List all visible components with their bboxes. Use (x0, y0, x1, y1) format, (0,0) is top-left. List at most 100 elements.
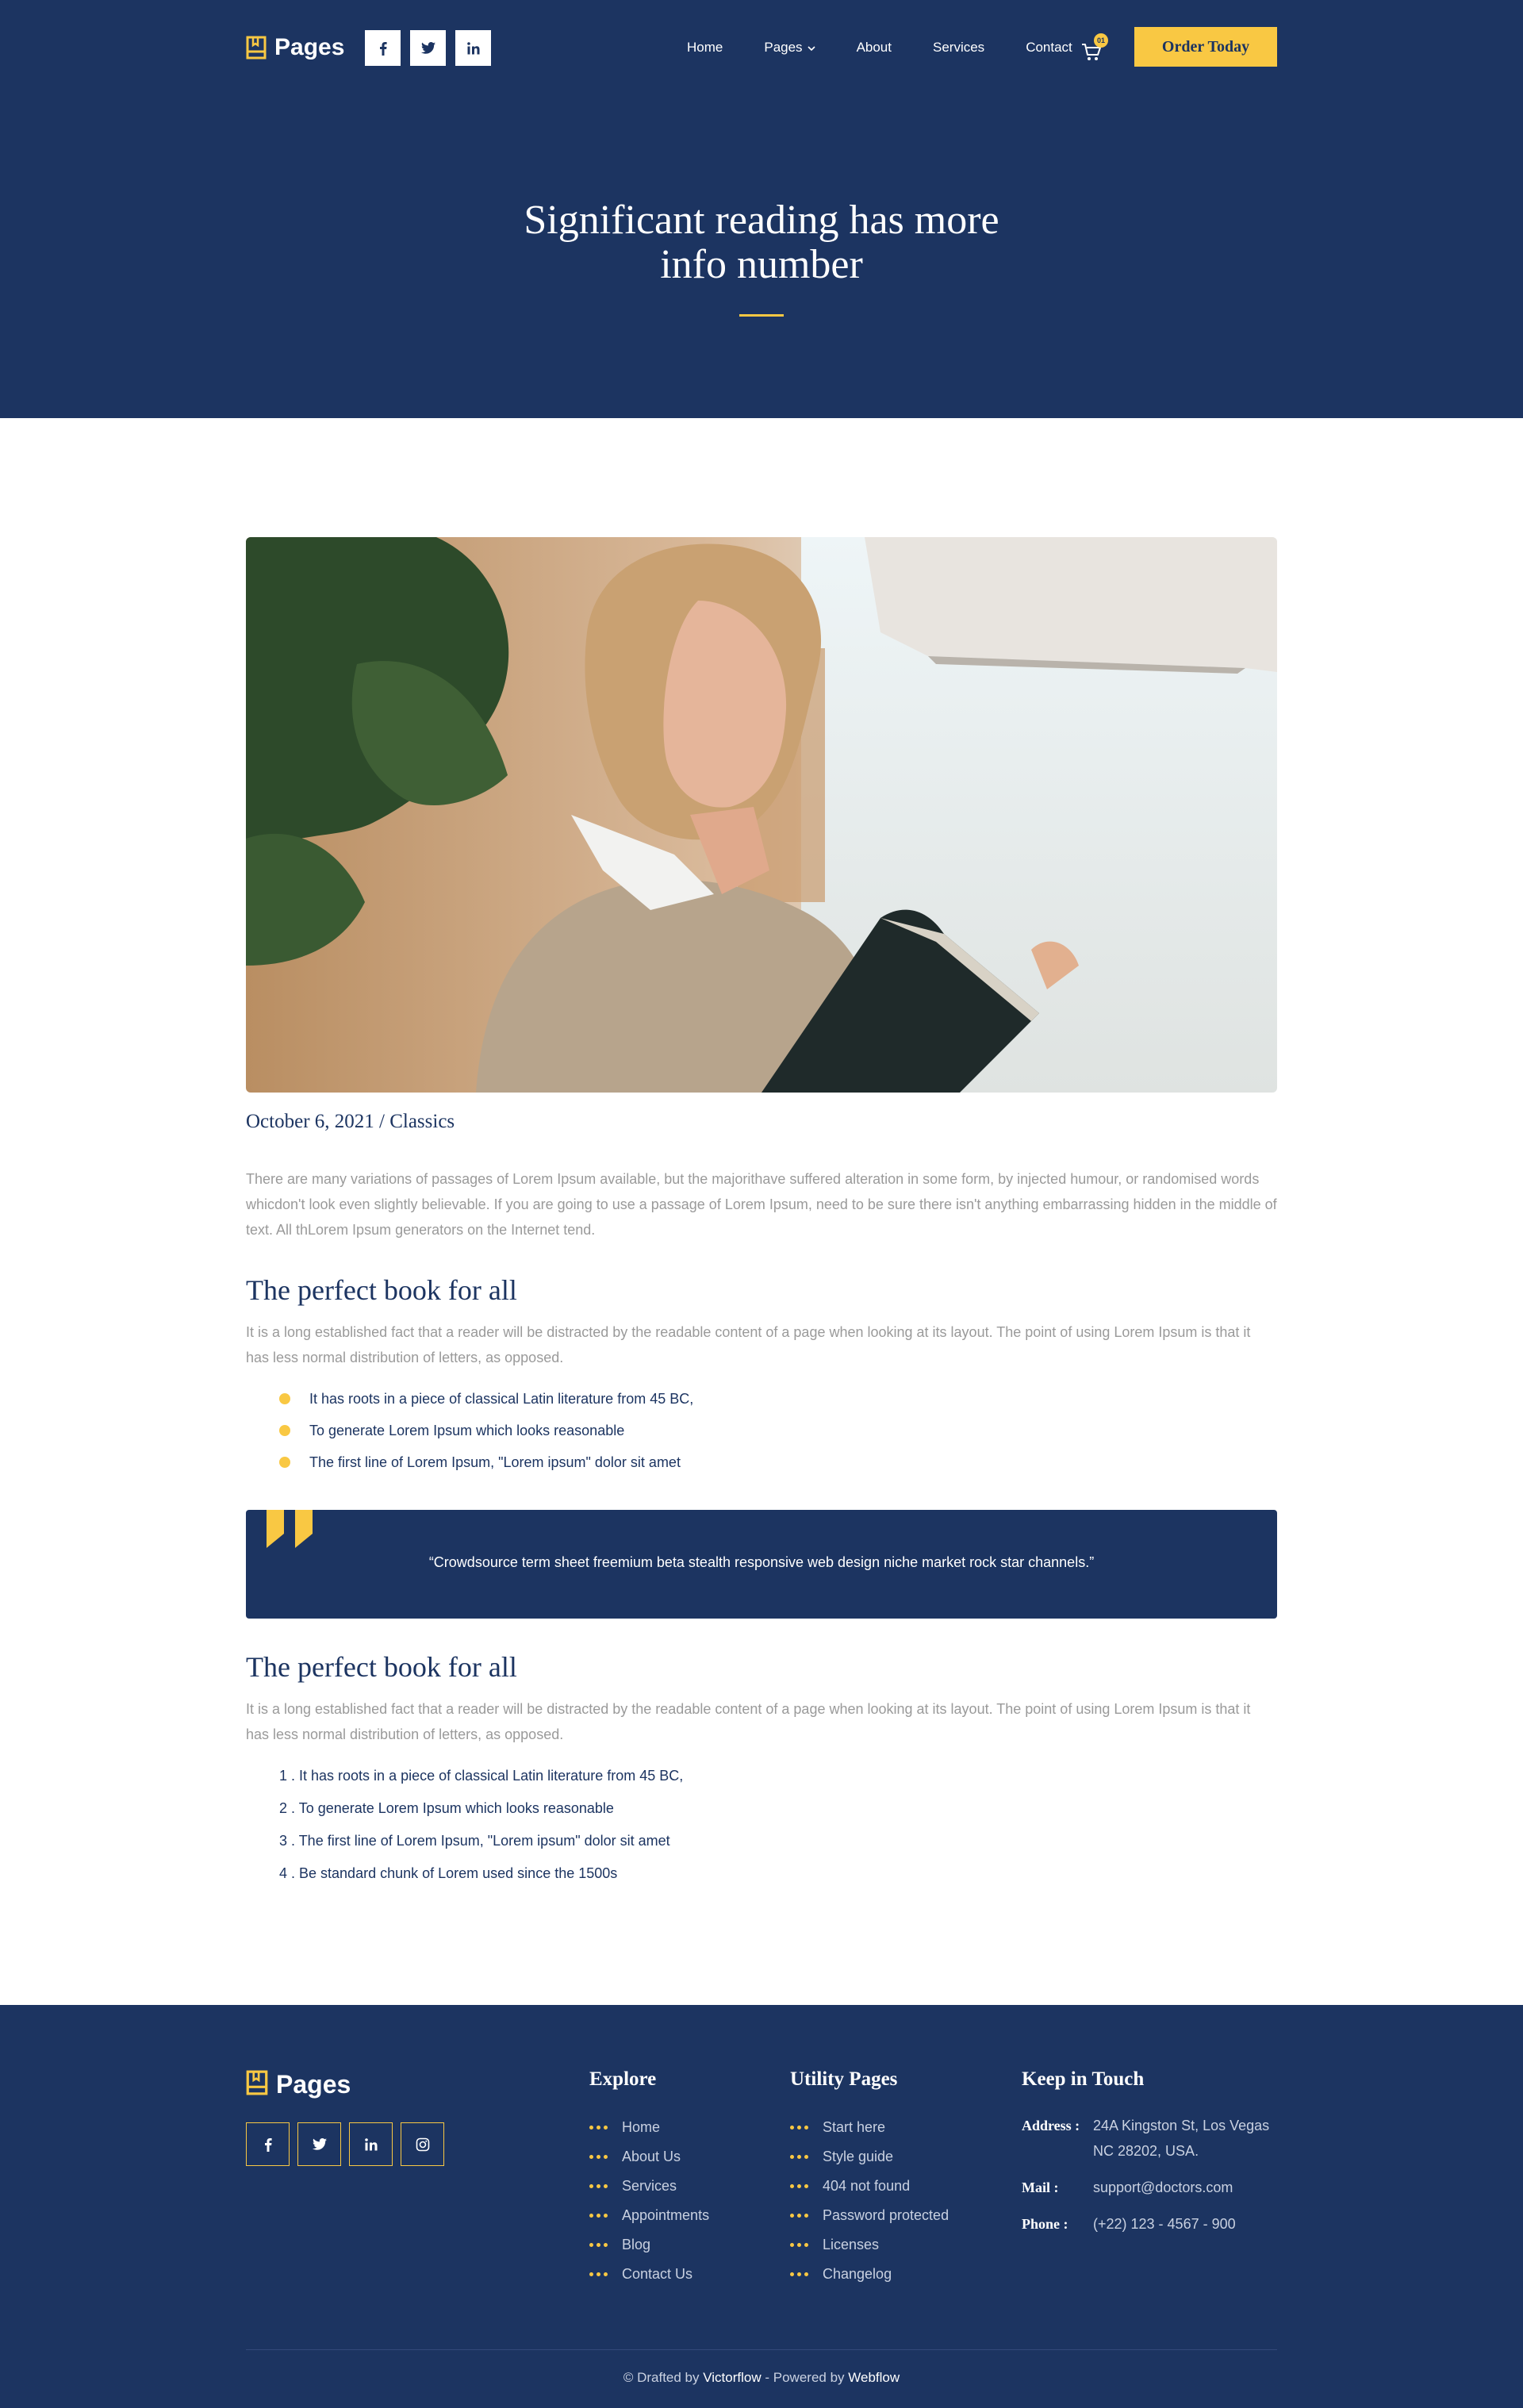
footer-link-label: Home (622, 2119, 661, 2135)
address-value: 24A Kingston St, Los Vegas NC 28202, USA… (1093, 2118, 1270, 2159)
quote-mark-icon (267, 1510, 316, 1548)
footer-explore-column: Explore Home About Us Services Appointme… (589, 2068, 709, 2289)
footer-link[interactable]: Style guide (790, 2142, 949, 2172)
list-item: The first line of Lorem Ipsum, "Lorem ip… (279, 1446, 693, 1478)
page-title-line-2: info number (660, 242, 863, 287)
dots-icon (790, 2184, 808, 2188)
footer-explore-title: Explore (589, 2068, 657, 2090)
section-heading-2: The perfect book for all (246, 1651, 517, 1683)
dots-icon (589, 2126, 608, 2130)
facebook-icon[interactable] (246, 2122, 290, 2166)
footer-contact-title: Keep in Touch (1022, 2068, 1145, 2090)
linkedin-icon[interactable] (349, 2122, 393, 2166)
dots-icon (589, 2214, 608, 2218)
footer-link-label: 404 not found (823, 2178, 911, 2194)
woman-reading-book-photo (246, 537, 1277, 1093)
contact-mail: Mail : support@doctors.com (1022, 2175, 1283, 2200)
list-item: 2 . To generate Lorem Ipsum which looks … (279, 1800, 614, 1816)
dots-icon (589, 2243, 608, 2247)
nav-about[interactable]: About (857, 40, 892, 56)
section-2-paragraph: It is a long established fact that a rea… (246, 1701, 1251, 1742)
instagram-icon[interactable] (401, 2122, 444, 2166)
cart-button[interactable]: 01 (1080, 33, 1112, 62)
footer-link[interactable]: About Us (589, 2142, 709, 2172)
footer-link[interactable]: Appointments (589, 2201, 709, 2230)
intro-paragraph: There are many variations of passages of… (246, 1171, 1277, 1238)
brand-logo[interactable]: Pages (246, 32, 344, 63)
copyright-middle: - Powered by (765, 2370, 845, 2385)
dots-icon (790, 2126, 808, 2130)
footer-utility-column: Utility Pages Start here Style guide 404… (790, 2068, 949, 2289)
nav-contact[interactable]: Contact (1026, 40, 1072, 56)
footer-social-links (246, 2122, 444, 2166)
book-icon (246, 2070, 268, 2099)
page-title: Significant reading has more info number (444, 198, 1079, 287)
order-today-button[interactable]: Order Today (1134, 27, 1277, 67)
footer-link[interactable]: Password protected (790, 2201, 949, 2230)
footer-link-label: Contact Us (622, 2266, 693, 2282)
nav-home[interactable]: Home (687, 40, 723, 56)
address-label: Address : (1022, 2118, 1080, 2133)
footer-link[interactable]: Blog (589, 2230, 709, 2260)
footer-link-label: Licenses (823, 2237, 880, 2252)
footer-contact-column: Keep in Touch Address : 24A Kingston St,… (1022, 2068, 1283, 2248)
dots-icon (790, 2155, 808, 2159)
nav-pages-dropdown[interactable]: Pages (764, 40, 815, 56)
dots-icon (589, 2184, 608, 2188)
page-title-line-1: Significant reading has more (524, 198, 999, 243)
contact-address: Address : 24A Kingston St, Los Vegas NC … (1022, 2113, 1283, 2164)
facebook-icon[interactable] (365, 30, 401, 66)
bullet-list: It has roots in a piece of classical Lat… (279, 1383, 693, 1478)
mail-label: Mail : (1022, 2179, 1059, 2195)
footer-brand-logo[interactable]: Pages (246, 2070, 351, 2099)
chevron-down-icon (807, 40, 815, 56)
footer-link-label: Start here (823, 2119, 886, 2135)
twitter-icon[interactable] (410, 30, 446, 66)
copyright-prefix: © Drafted by (623, 2370, 700, 2385)
blockquote: “Crowdsource term sheet freemium beta st… (246, 1510, 1277, 1619)
footer-utility-title: Utility Pages (790, 2068, 898, 2090)
footer-link[interactable]: Licenses (790, 2230, 949, 2260)
list-item-text: The first line of Lorem Ipsum, "Lorem ip… (309, 1454, 681, 1470)
footer-link[interactable]: Contact Us (589, 2260, 709, 2289)
dots-icon (790, 2272, 808, 2276)
bullet-dot-icon (279, 1457, 290, 1468)
post-meta: October 6, 2021 / Classics (246, 1111, 455, 1132)
mail-link[interactable]: support@doctors.com (1093, 2175, 1283, 2200)
footer-link[interactable]: Home (589, 2113, 709, 2142)
dots-icon (589, 2272, 608, 2276)
brand-name: Pages (274, 34, 345, 60)
contact-phone: Phone : (+22) 123 - 4567 - 900 (1022, 2211, 1283, 2237)
platform-link[interactable]: Webflow (848, 2370, 900, 2385)
list-item: To generate Lorem Ipsum which looks reas… (279, 1415, 693, 1446)
footer-link-label: Blog (622, 2237, 651, 2252)
footer-link-label: Changelog (823, 2266, 892, 2282)
footer-link[interactable]: 404 not found (790, 2172, 949, 2201)
title-underline (739, 314, 784, 317)
phone-label: Phone : (1022, 2216, 1068, 2232)
footer-link-label: Style guide (823, 2149, 894, 2164)
header-social-links (365, 30, 491, 66)
list-item: 4 . Be standard chunk of Lorem used sinc… (279, 1865, 618, 1881)
bullet-dot-icon (279, 1393, 290, 1404)
numbered-list: 1 . It has roots in a piece of classical… (279, 1760, 683, 1890)
section-1-paragraph: It is a long established fact that a rea… (246, 1324, 1251, 1365)
quote-text: “Crowdsource term sheet freemium beta st… (428, 1554, 1095, 1570)
twitter-icon[interactable] (297, 2122, 341, 2166)
dots-icon (790, 2243, 808, 2247)
nav-services[interactable]: Services (933, 40, 984, 56)
footer-link-label: Password protected (823, 2207, 949, 2223)
footer-link[interactable]: Changelog (790, 2260, 949, 2289)
site-footer: Pages Explore Home About Us Services App… (0, 2005, 1523, 2408)
author-link[interactable]: Victorflow (703, 2370, 761, 2385)
footer-link[interactable]: Start here (790, 2113, 949, 2142)
dots-icon (790, 2214, 808, 2218)
phone-link[interactable]: (+22) 123 - 4567 - 900 (1093, 2211, 1283, 2237)
main-menu: Home Pages About Services Contact (687, 27, 1072, 68)
footer-link-label: Appointments (622, 2207, 710, 2223)
linkedin-icon[interactable] (455, 30, 491, 66)
hero-section: Pages Home Pages About Services Contact … (0, 0, 1523, 418)
book-icon (246, 36, 267, 60)
footer-link-label: Services (622, 2178, 677, 2194)
footer-link[interactable]: Services (589, 2172, 709, 2201)
